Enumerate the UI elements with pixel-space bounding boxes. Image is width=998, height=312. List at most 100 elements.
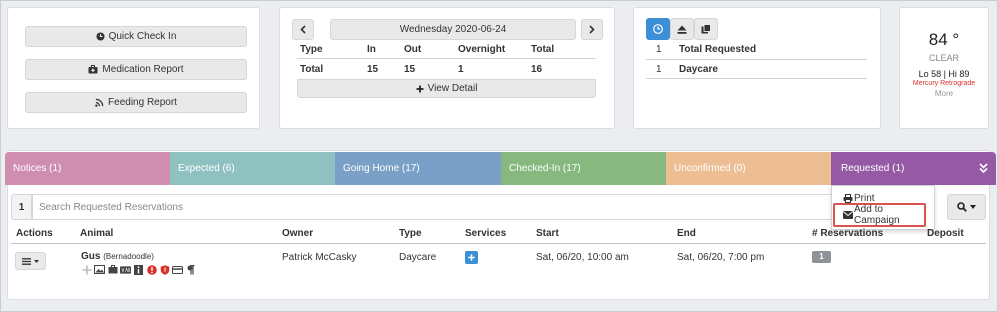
request-divider: [646, 59, 867, 60]
medication-report-button[interactable]: Medication Report: [25, 59, 247, 80]
request-label-1: Total Requested: [679, 44, 757, 55]
occ-total-overnight: 1: [458, 64, 464, 75]
occ-header-type: Type: [300, 44, 323, 55]
copy-filter-button[interactable]: [694, 18, 718, 40]
weather-condition: CLEAR: [928, 53, 959, 63]
menu-icon: [22, 257, 31, 265]
weather-more-link[interactable]: More: [899, 89, 989, 98]
add-service-button[interactable]: [465, 251, 478, 264]
search-options-button[interactable]: [947, 194, 986, 220]
occ-header-in: In: [367, 44, 376, 55]
add-to-campaign-menu-item[interactable]: Add to Campaign: [833, 203, 926, 227]
tab-notices[interactable]: Notices (1): [5, 152, 170, 185]
medkit-icon: [88, 65, 98, 74]
request-count-1: 1: [656, 44, 662, 55]
caret-down-icon: [34, 259, 39, 263]
occ-divider: [297, 58, 596, 59]
occ-header-out: Out: [404, 44, 422, 55]
tab-requested-label: Requested (1): [841, 163, 905, 174]
briefcase-icon: [107, 264, 118, 275]
clock-filter-button[interactable]: [646, 18, 670, 40]
col-header-start: Start: [536, 228, 559, 239]
animal-breed: (Bernadoodle): [103, 252, 154, 261]
double-chevron-down-icon[interactable]: [979, 163, 988, 173]
tab-checked-in[interactable]: Checked-In (17): [501, 152, 666, 185]
request-label-2: Daycare: [679, 64, 718, 75]
animal-cell: Gus (Bernadoodle): [81, 251, 154, 262]
occ-total-out: 15: [404, 64, 416, 75]
tab-notices-label: Notices (1): [13, 163, 62, 174]
animal-name[interactable]: Gus: [81, 251, 100, 262]
col-header-owner: Owner: [282, 228, 314, 239]
search-icon: [957, 202, 967, 212]
medication-report-label: Medication Report: [102, 64, 184, 75]
feeding-report-button[interactable]: Feeding Report: [25, 92, 247, 113]
eject-filter-button[interactable]: [670, 18, 694, 40]
feed-icon: [95, 98, 104, 107]
weather-note: Mercury Retrograde: [912, 80, 976, 87]
plus-icon: [468, 254, 475, 261]
shield-icon: [159, 264, 170, 275]
clock-icon: [653, 24, 663, 34]
occ-header-total: Total: [531, 44, 555, 55]
prev-day-button[interactable]: [292, 19, 314, 40]
request-divider-2: [646, 78, 867, 79]
card-icon: [172, 264, 183, 275]
col-header-actions: Actions: [16, 228, 53, 239]
occ-total-label: Total: [300, 64, 324, 75]
chevron-left-icon: [300, 25, 306, 34]
col-header-end: End: [677, 228, 696, 239]
occ-header-overnight: Overnight: [458, 44, 506, 55]
weather-temp: 84 °: [928, 30, 960, 49]
page-number: 1: [11, 194, 32, 220]
col-header-type: Type: [399, 228, 422, 239]
feeding-report-label: Feeding Report: [108, 97, 177, 108]
tab-unconfirmed-label: Unconfirmed (0): [674, 163, 746, 174]
current-date: Wednesday 2020-06-24: [330, 19, 576, 40]
request-count-2: 1: [656, 64, 662, 75]
paragraph-icon: [185, 264, 196, 275]
tab-checked-in-label: Checked-In (17): [509, 163, 581, 174]
envelope-icon: [843, 211, 853, 219]
vax-icon: [120, 264, 131, 275]
copy-icon: [701, 24, 711, 34]
tab-going-home-label: Going Home (17): [343, 163, 420, 174]
weather-lohi: Lo 58 | Hi 89: [918, 69, 970, 79]
table-header-divider: [11, 243, 986, 244]
tab-requested[interactable]: Requested (1): [831, 152, 996, 185]
view-detail-label: View Detail: [427, 83, 478, 94]
tab-unconfirmed[interactable]: Unconfirmed (0): [666, 152, 831, 185]
tab-expected[interactable]: Expected (6): [170, 152, 335, 185]
info-icon: [133, 264, 144, 275]
tab-expected-label: Expected (6): [178, 163, 235, 174]
tab-going-home[interactable]: Going Home (17): [335, 152, 501, 185]
col-header-deposit: Deposit: [927, 228, 964, 239]
row-start: Sat, 06/20, 10:00 am: [536, 252, 629, 263]
image-icon: [94, 264, 105, 275]
quick-check-in-label: Quick Check In: [108, 31, 177, 42]
occ-total-total: 16: [531, 64, 543, 75]
alert-icon: [146, 264, 157, 275]
caret-down-icon: [970, 205, 976, 209]
quick-check-in-button[interactable]: Quick Check In: [25, 26, 247, 47]
row-actions-button[interactable]: [15, 252, 46, 270]
clock-icon: [96, 32, 105, 41]
view-detail-button[interactable]: View Detail: [297, 79, 596, 98]
weather-card[interactable]: [899, 7, 989, 129]
chevron-right-icon: [589, 25, 595, 34]
print-icon: [843, 194, 853, 203]
reservations-badge: 1: [812, 251, 831, 263]
row-end: Sat, 06/20, 7:00 pm: [677, 252, 765, 263]
col-header-reservations: # Reservations: [812, 228, 884, 239]
add-to-campaign-label: Add to Campaign: [854, 204, 900, 226]
cross-icon: [81, 264, 92, 275]
eject-icon: [677, 25, 687, 34]
row-type: Daycare: [399, 252, 437, 263]
search-input[interactable]: Search Requested Reservations: [32, 194, 832, 220]
plus-icon: [416, 85, 424, 93]
occ-total-in: 15: [367, 64, 379, 75]
col-header-services: Services: [465, 228, 507, 239]
next-day-button[interactable]: [581, 19, 603, 40]
animal-badges: [81, 264, 196, 275]
row-owner[interactable]: Patrick McCasky: [282, 252, 356, 263]
